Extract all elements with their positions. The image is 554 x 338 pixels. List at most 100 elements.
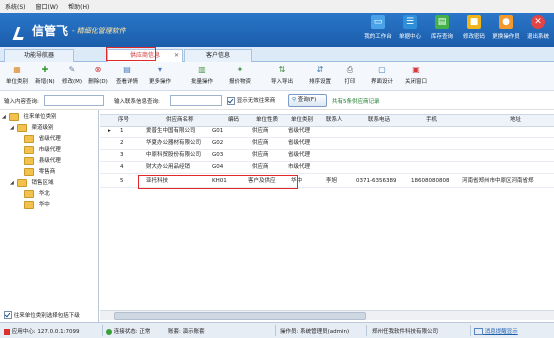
edit-button[interactable]: ✎ 修改(M) (60, 64, 84, 88)
logo-icon (14, 24, 28, 38)
tree-item-provincial-agent[interactable]: 省级代理 (24, 134, 61, 144)
app-center-status: 应用中心: 127.0.0.1:7099 (4, 327, 79, 335)
monitor-icon: ▭ (371, 15, 385, 29)
tab-bar: 功能导航器 供应商信息 ✕ 客户信息 (0, 47, 554, 63)
table-row[interactable]: 4 财大办公用品经销 G04 供应商 市级代理 (100, 162, 554, 174)
check-icon (106, 328, 112, 335)
show-invalid-checkbox[interactable] (227, 96, 235, 105)
sort-icon: ⇵ (316, 65, 324, 74)
ui-design-button[interactable]: ▢ 界面设计 (368, 64, 396, 88)
more-icon: ▾ (157, 65, 162, 74)
record-count: 共有5条供应商记录 (332, 99, 380, 105)
nav-documents[interactable]: ☰ 单据中心 (394, 15, 426, 40)
tab-close-icon[interactable]: ✕ (174, 50, 179, 62)
tree-item-county-agent[interactable]: 县级代理 (24, 156, 61, 166)
delete-button[interactable]: ⊗ 删除(D) (86, 64, 110, 88)
column-header[interactable]: 单位性质 (256, 115, 278, 126)
category-tree-panel: ◢ 往来单位类别 ◢ 渠道级别 省级代理 市级代理 县级代理 零售商 ◢ 销售区… (0, 110, 99, 322)
folder-icon (24, 156, 34, 165)
tree-root[interactable]: ◢ 往来单位类别 (2, 112, 57, 122)
menu-bar: 系统(S) 窗口(W) 帮助(H) (0, 0, 554, 14)
folder-icon (16, 123, 27, 132)
collapse-icon[interactable]: ◢ (10, 178, 15, 188)
message-reminder-link[interactable]: 消息提醒显示 (474, 327, 518, 335)
tree-item-north-china[interactable]: 华北 (24, 189, 50, 199)
column-header[interactable]: 序号 (118, 115, 129, 126)
column-header[interactable]: 单位类别 (291, 115, 313, 126)
nav-workbench[interactable]: ▭ 我的工作台 (362, 15, 394, 40)
column-header[interactable]: 联系电话 (368, 115, 390, 126)
contact-search-label: 输入联系信息查询: (114, 99, 160, 105)
close-icon: ✕ (531, 15, 545, 29)
document-list-icon: ☰ (403, 15, 417, 29)
scrollbar-thumb[interactable] (114, 312, 366, 320)
view-details-button[interactable]: ▤ 查看详情 (114, 64, 140, 88)
collapse-icon[interactable]: ◢ (10, 123, 15, 133)
nav-exit[interactable]: ✕ 退出系统 (522, 15, 554, 40)
include-subcategories-option[interactable]: 往来单位类别选择包括下级 (4, 311, 80, 319)
mail-icon (474, 328, 483, 335)
menu-system[interactable]: 系统(S) (0, 2, 31, 11)
row-indicator-icon: ▸ (108, 128, 111, 134)
search-icon: ⚲ (292, 97, 297, 103)
app-logo: 信管飞 - 精细化管理软件 (14, 22, 126, 39)
folder-icon (8, 112, 19, 121)
table-row[interactable]: 3 中原科贸股份有限公司 G03 供应商 省级代理 (100, 150, 554, 162)
quote-materials-button[interactable]: ✦ 报价物资 (224, 64, 256, 88)
query-button[interactable]: ⚲ 查询(F) (288, 94, 327, 107)
account-status: 账套: 演示账套 (168, 329, 205, 335)
operator-status: 操作员: 系统管理员(admin) (280, 329, 350, 335)
nav-inventory[interactable]: ▤ 库存查询 (426, 15, 458, 40)
tab-function-navigator[interactable]: 功能导航器 (4, 49, 74, 62)
menu-help[interactable]: 帮助(H) (63, 2, 94, 11)
company-status: 郑州任我软件科技有限公司 (372, 329, 439, 335)
category-icon: ▦ (13, 65, 21, 74)
print-icon: ⎙ (346, 65, 354, 74)
content-search-input[interactable] (44, 95, 104, 106)
column-header[interactable]: 供应商名称 (166, 115, 194, 126)
folder-icon (24, 167, 34, 176)
tree-group-channel-level[interactable]: ◢ 渠道级别 (10, 123, 54, 133)
tree-item-central-china[interactable]: 华中 (24, 200, 50, 210)
collapse-icon[interactable]: ◢ (2, 112, 7, 122)
tree-item-retailer[interactable]: 零售商 (24, 167, 55, 177)
app-center-icon (4, 328, 10, 335)
horizontal-scrollbar[interactable] (100, 310, 554, 320)
tree-item-city-agent[interactable]: 市级代理 (24, 145, 61, 155)
price-icon: ✦ (236, 65, 244, 74)
nav-switch-operator[interactable]: ● 更换操作员 (490, 15, 522, 40)
delete-icon: ⊗ (94, 65, 102, 74)
table-row[interactable]: ▸ 1 爱普生中国有限公司 G01 供应商 省级代理 (100, 126, 554, 138)
app-slogan: - 精细化管理软件 (72, 26, 126, 35)
supplier-grid: 序号 供应商名称 编码 单位性质 单位类别 联系人 联系电话 手机 地址 ▸ 1… (100, 110, 554, 310)
column-header[interactable]: 联系人 (326, 115, 343, 126)
include-subcategories-checkbox[interactable] (4, 311, 12, 319)
sort-settings-button[interactable]: ⇵ 排序设置 (306, 64, 334, 88)
table-row[interactable]: 2 华夏办公器材有限公司 G02 供应商 省级代理 (100, 138, 554, 150)
column-header[interactable]: 编码 (228, 115, 239, 126)
content-search-label: 输入内容查询: (4, 99, 39, 105)
print-button[interactable]: ⎙ 打印 (338, 64, 362, 88)
folder-icon (24, 189, 34, 198)
add-button[interactable]: ✚ 新增(N) (33, 64, 57, 88)
column-header[interactable]: 手机 (426, 115, 437, 126)
folder-icon (24, 200, 34, 209)
unit-category-button[interactable]: ▦ 单位类别 (4, 64, 30, 88)
batch-icon: ▥ (198, 65, 206, 74)
batch-actions-button[interactable]: ▥ 批量操作 (186, 64, 218, 88)
close-window-icon: ▣ (412, 65, 420, 74)
folder-icon (24, 134, 34, 143)
filter-bar: 输入内容查询: 输入联系信息查询: 显示无效往来商 ⚲ 查询(F) 共有5条供应… (0, 91, 554, 110)
column-header[interactable]: 地址 (510, 115, 521, 126)
close-window-button[interactable]: ▣ 关闭窗口 (402, 64, 430, 88)
nav-change-password[interactable]: ■ 修改密码 (458, 15, 490, 40)
contact-search-input[interactable] (170, 95, 222, 106)
tree-group-sales-region[interactable]: ◢ 销售区域 (10, 178, 54, 188)
tab-customer-info[interactable]: 客户信息 (184, 49, 252, 62)
import-export-button[interactable]: ⇅ 导入导出 (266, 64, 298, 88)
menu-window[interactable]: 窗口(W) (31, 2, 64, 11)
show-invalid-option[interactable]: 显示无效往来商 (227, 96, 275, 105)
add-icon: ✚ (41, 65, 49, 74)
status-bar: 应用中心: 127.0.0.1:7099 连接状态: 正常 账套: 演示账套 操… (0, 322, 554, 338)
more-actions-button[interactable]: ▾ 更多操作 (144, 64, 176, 88)
